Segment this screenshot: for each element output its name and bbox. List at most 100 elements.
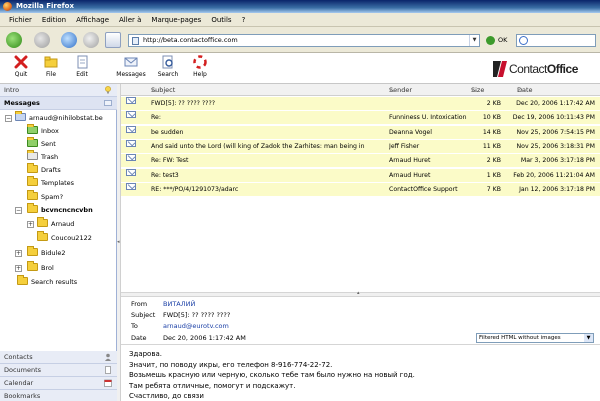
folder-icon [27, 163, 38, 173]
person-icon [105, 353, 111, 361]
row-sender: Arnaud Huret [389, 157, 431, 165]
tree-bcvncncncvbn[interactable]: bcvncncncvbn [27, 203, 93, 216]
help-button[interactable]: Help [183, 55, 217, 78]
tree-label: Templates [41, 179, 75, 187]
expand-toggle-icon[interactable]: + [27, 221, 34, 228]
row-date: Nov 25, 2006 7:54:15 PM [516, 128, 595, 136]
envelope-icon [126, 97, 136, 104]
tree-inbox[interactable]: Inbox [27, 124, 59, 137]
sidebar-section-documents[interactable]: Documents [0, 364, 117, 377]
row-date: Feb 20, 2006 11:21:04 AM [513, 171, 595, 179]
window-title: Mozilla Firefox [16, 2, 74, 10]
tree-label: Arnaud [51, 220, 75, 228]
tree-arnaud[interactable]: Arnaud [37, 217, 75, 230]
search-button[interactable]: Search [151, 55, 185, 78]
sidebar-section-bookmarks[interactable]: Bookmarks [0, 390, 117, 401]
sort-icon: ▾▴ [471, 86, 478, 94]
table-row[interactable]: RE: ***/PO/4/1291073/adarc ContactOffice … [121, 182, 600, 197]
menu-aller[interactable]: Aller à [114, 13, 146, 26]
menu-help[interactable]: ? [237, 13, 251, 26]
subject-value: FWD[5]: ?? ???? ???? [163, 311, 231, 319]
sort-icon: ▾▴ [151, 86, 158, 94]
expand-toggle-icon[interactable]: + [15, 250, 22, 257]
go-arrow-icon [486, 36, 495, 45]
body-line: Возьмешь красную или черную, сколько теб… [129, 371, 415, 379]
row-date: Dec 19, 2006 10:11:43 PM [512, 114, 595, 122]
back-arrow-icon[interactable] [6, 32, 22, 48]
collapse-toggle-icon[interactable]: − [5, 115, 12, 122]
logo-prefix: Contact [509, 62, 547, 76]
sidebar-section-contacts[interactable]: Contacts [0, 351, 117, 364]
tree-account[interactable]: arnaud@nihilobstat.be [15, 111, 103, 124]
table-row[interactable]: Re: Funniness U. Intoxication 10 KB Dec 19,… [121, 111, 600, 126]
forward-arrow-icon[interactable] [34, 32, 50, 48]
table-row[interactable]: And said unto the Lord (will king of Zad… [121, 139, 600, 154]
menu-edition[interactable]: Edition [37, 13, 71, 26]
navigation-toolbar: http://beta.contactoffice.com ▼ OK [0, 27, 600, 53]
message-list-header: Subject ▾▴ Sender ▾▴ Size ▾▴ Date ▾▴ [121, 84, 600, 96]
table-row[interactable]: Re: test3 Arnaud Huret 1 KB Feb 20, 2006 11… [121, 168, 600, 183]
home-icon[interactable] [105, 32, 121, 48]
sidebar-section-calendar[interactable]: Calendar [0, 377, 117, 390]
lightbulb-icon [105, 86, 111, 94]
tree-brol[interactable]: Brol [27, 261, 54, 274]
tree-templates[interactable]: Templates [27, 176, 75, 189]
message-header: From ВИТАЛИЙ Subject FWD[5]: ?? ???? ???… [121, 297, 600, 345]
inbox-folder-icon [27, 124, 38, 134]
logo-text: ContactOffice [509, 62, 578, 76]
tree-spam[interactable]: Spam? [27, 190, 63, 203]
expand-toggle-icon[interactable]: + [15, 265, 22, 272]
menu-marque-pages[interactable]: Marque-pages [146, 13, 206, 26]
envelope-icon [126, 182, 136, 190]
go-button[interactable]: OK [486, 34, 507, 47]
table-row[interactable]: Re: FW: Test Arnaud Huret 2 KB Mar 3, 2006 … [121, 154, 600, 169]
window-title-bar: Mozilla Firefox [0, 0, 600, 13]
row-subject: Re: test3 [151, 171, 179, 179]
sidebar-section-messages[interactable]: Messages [0, 97, 117, 110]
menu-outils[interactable]: Outils [206, 13, 236, 26]
edit-button[interactable]: Edit [65, 55, 99, 78]
messages-button[interactable]: Messages [114, 55, 148, 78]
menu-fichier[interactable]: Fichier [4, 13, 37, 26]
help-label: Help [193, 71, 207, 78]
firefox-icon [3, 2, 12, 11]
row-size: 7 KB [486, 185, 501, 193]
folder-icon [37, 231, 48, 241]
menu-affichage[interactable]: Affichage [71, 13, 114, 26]
reload-icon[interactable] [61, 32, 77, 48]
display-filter-select[interactable]: Filtered HTML without images ▼ [476, 333, 594, 343]
tree-sent[interactable]: Sent [27, 137, 56, 150]
contactoffice-logo: ContactOffice [492, 56, 596, 82]
web-search-input[interactable] [516, 34, 596, 47]
stop-icon[interactable] [83, 32, 99, 48]
envelope-icon [126, 111, 136, 119]
tree-bidule2[interactable]: Bidule2 [27, 246, 65, 259]
file-label: File [45, 71, 57, 78]
sidebar-section-intro[interactable]: Intro [0, 84, 117, 97]
tree-search-results[interactable]: Search results [17, 275, 78, 288]
messages-label: Messages [116, 71, 146, 78]
file-button[interactable]: File [34, 55, 68, 78]
collapse-toggle-icon[interactable]: − [15, 207, 22, 214]
row-size: 2 KB [486, 100, 501, 107]
account-folder-icon [15, 111, 26, 121]
table-row[interactable]: FWD[5]: ?? ???? ???? 2 KB Dec 20, 2006 1:1… [121, 97, 600, 111]
calendar-icon [104, 379, 112, 387]
tree-drafts[interactable]: Drafts [27, 163, 61, 176]
tree-label: Drafts [41, 166, 61, 174]
from-label: From [131, 300, 148, 308]
tree-trash[interactable]: Trash [27, 150, 58, 163]
tree-label: Sent [41, 140, 56, 148]
quit-button[interactable]: Quit [4, 55, 38, 78]
to-value[interactable]: arnaud@eurotv.com [163, 321, 229, 331]
table-row[interactable]: be sudden Deanna Vogel 14 KB Nov 25, 2006 7… [121, 125, 600, 140]
url-dropdown-icon[interactable]: ▼ [469, 35, 479, 46]
folder-icon [27, 190, 38, 200]
tree-label: Search results [31, 278, 78, 286]
search-icon [162, 55, 173, 69]
from-value[interactable]: ВИТАЛИЙ [163, 299, 195, 309]
search-engine-icon [519, 36, 528, 45]
url-bar[interactable]: http://beta.contactoffice.com ▼ [128, 34, 480, 47]
url-text: http://beta.contactoffice.com [143, 36, 238, 44]
tree-coucou2122[interactable]: Coucou2122 [37, 231, 92, 244]
